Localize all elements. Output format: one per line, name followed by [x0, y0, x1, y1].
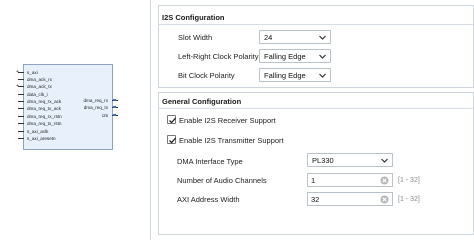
- port-left-8: s_axi_aclk: [27, 129, 49, 134]
- axi-addr-width-label: AXI Address Width: [177, 195, 240, 204]
- dma-interface-dropdown[interactable]: PL330: [307, 153, 393, 167]
- port-left-2: dma_ack_tx: [27, 84, 52, 89]
- slot-width-label: Slot Width: [178, 33, 213, 42]
- slot-width-dropdown[interactable]: 24: [259, 30, 331, 44]
- ip-symbol-panel: + s_axi dma_ack_rx + dma_ack_tx data_clk…: [0, 0, 152, 240]
- dma-interface-label: DMA Interface Type: [177, 157, 243, 166]
- pin-line: [18, 138, 24, 139]
- chevron-down-icon: [319, 73, 326, 78]
- pin-line: [18, 79, 24, 80]
- checkmark-icon: [169, 117, 177, 124]
- pin-line: [18, 101, 24, 102]
- checkmark-icon: [169, 137, 177, 144]
- num-channels-range: [1 - 32]: [398, 177, 420, 184]
- lr-clock-polarity-dropdown[interactable]: Falling Edge: [259, 49, 331, 63]
- divider: [159, 108, 473, 109]
- num-channels-value: 1: [311, 176, 316, 185]
- chevron-down-icon: [319, 35, 326, 40]
- port-left-5: dma_req_tx_ack: [27, 106, 61, 111]
- ip-symbol-block[interactable]: + s_axi dma_ack_rx + dma_ack_tx data_clk…: [16, 64, 118, 150]
- port-left-4: dma_req_rx_ack: [27, 99, 62, 104]
- bit-clock-polarity-value: Falling Edge: [264, 71, 306, 80]
- pin-line: [18, 131, 24, 132]
- divider: [159, 24, 473, 25]
- axi-addr-width-input[interactable]: 32: [307, 192, 393, 206]
- port-left-9: s_axi_aresetn: [27, 136, 56, 141]
- bus-marker: [113, 99, 116, 101]
- port-left-0: s_axi: [27, 70, 38, 75]
- general-config-title: General Configuration: [162, 97, 242, 106]
- lr-clock-polarity-value: Falling Edge: [264, 52, 306, 61]
- lr-clock-polarity-label: Left-Right Clock Polarity: [178, 52, 259, 61]
- i2s-config-title: I2S Configuration: [162, 13, 225, 22]
- port-left-6: dma_req_rx_rstn: [27, 114, 62, 119]
- pin-line: [18, 108, 24, 109]
- port-left-1: dma_ack_rx: [27, 77, 53, 82]
- port-right-0: dma_req_rx: [83, 98, 108, 103]
- port-left-3: data_clk_i: [27, 92, 48, 97]
- pin-line: [18, 94, 24, 95]
- port-left-7: dma_req_tx_rstn: [27, 121, 62, 126]
- bit-clock-polarity-dropdown[interactable]: Falling Edge: [259, 68, 331, 82]
- axi-addr-width-range: [1 - 32]: [398, 196, 420, 203]
- pin-line: [18, 123, 24, 124]
- clear-icon[interactable]: [380, 176, 389, 185]
- config-panel: I2S Configuration Slot Width 24 Left-Rig…: [155, 0, 474, 240]
- bus-marker: [113, 114, 116, 116]
- pin-line: [18, 116, 24, 117]
- axi-addr-width-value: 32: [311, 195, 320, 204]
- clear-icon[interactable]: [380, 195, 389, 204]
- slot-width-value: 24: [264, 33, 273, 42]
- enable-tx-label: Enable I2S Transmitter Support: [179, 136, 284, 145]
- enable-rx-label: Enable I2S Receiver Support: [179, 116, 276, 125]
- panel-divider: [150, 0, 151, 240]
- bus-marker: [113, 106, 116, 108]
- num-channels-label: Number of Audio Channels: [177, 176, 267, 185]
- num-channels-input[interactable]: 1: [307, 173, 393, 187]
- pin-line: [18, 86, 24, 87]
- port-right-2: i2s: [102, 113, 108, 118]
- chevron-down-icon: [381, 158, 388, 163]
- dma-interface-value: PL330: [312, 156, 334, 165]
- pin-line: [18, 72, 24, 73]
- enable-tx-checkbox[interactable]: [167, 135, 177, 144]
- bit-clock-polarity-label: Bit Clock Polarity: [178, 71, 235, 80]
- chevron-down-icon: [319, 54, 326, 59]
- enable-rx-checkbox[interactable]: [167, 115, 177, 124]
- port-right-1: dma_req_tx: [83, 105, 108, 110]
